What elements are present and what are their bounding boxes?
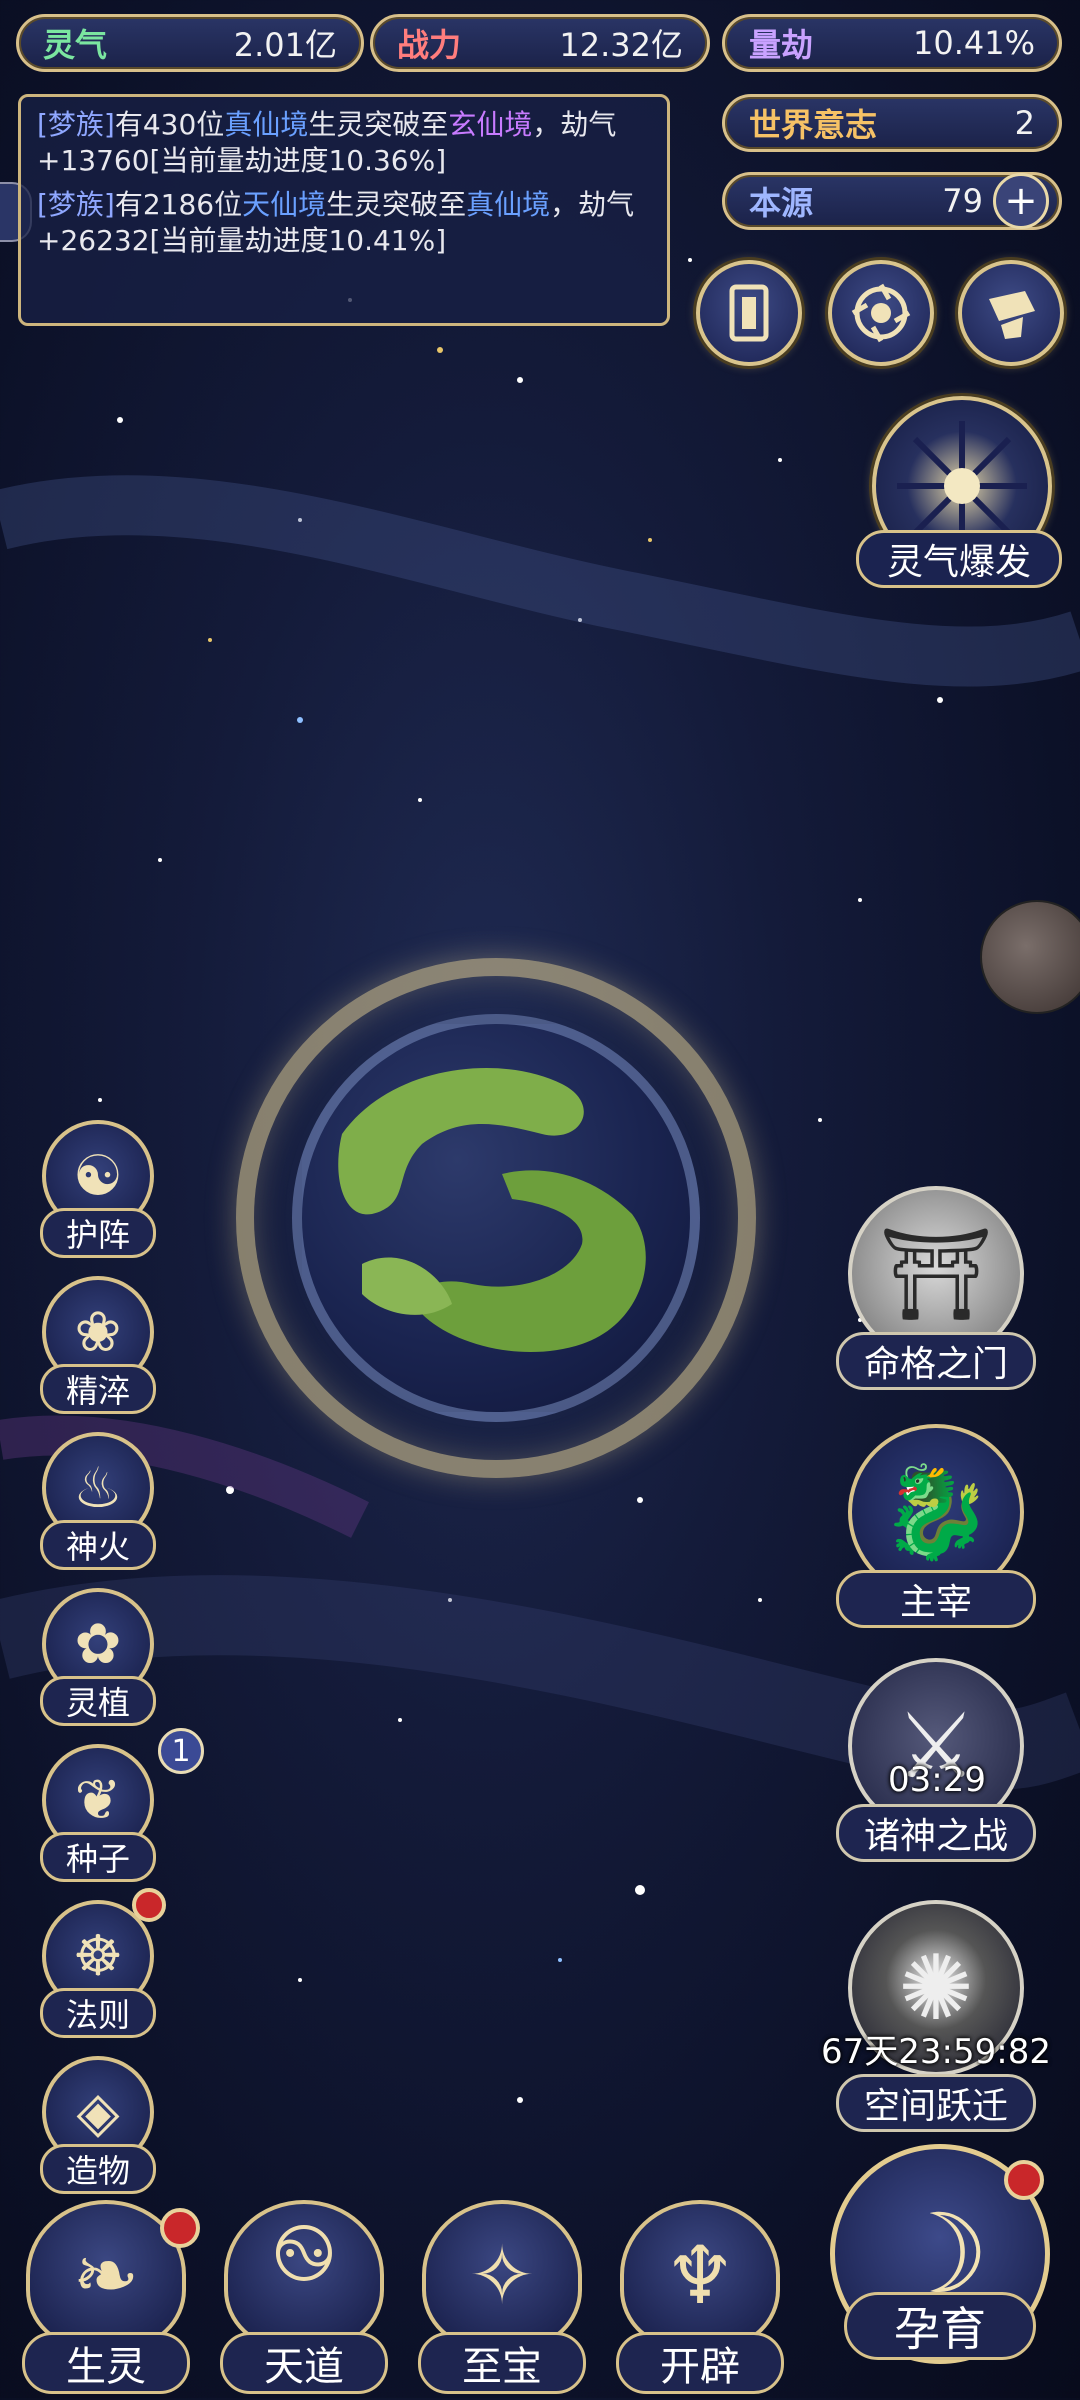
cloud-swirl-icon: ࿊ bbox=[224, 2200, 384, 2350]
lingqi-resource[interactable]: 灵气 2.01亿 bbox=[16, 14, 364, 72]
gods-war-label: 诸神之战 bbox=[836, 1804, 1036, 1862]
liangjie-value: 10.41% bbox=[912, 24, 1035, 62]
notification-dot bbox=[132, 1888, 166, 1922]
breed-label: 孕育 bbox=[844, 2292, 1036, 2360]
world-will-label: 世界意志 bbox=[749, 106, 878, 144]
vortex-icon bbox=[851, 283, 911, 343]
zhanli-value: 12.32亿 bbox=[559, 26, 683, 64]
liangjie-resource[interactable]: 量劫 10.41% bbox=[722, 14, 1062, 72]
benyuan-label: 本源 bbox=[749, 184, 814, 222]
treasure-label: 至宝 bbox=[418, 2332, 586, 2394]
world-will-value: 2 bbox=[1014, 104, 1035, 142]
left-menu-label: 护阵 bbox=[40, 1208, 156, 1258]
gods-war-timer: 03:29 bbox=[888, 1760, 986, 1800]
world-planet[interactable] bbox=[292, 1014, 700, 1422]
left-menu-label: 神火 bbox=[40, 1520, 156, 1570]
card-button[interactable] bbox=[696, 260, 802, 366]
vortex-button[interactable] bbox=[828, 260, 934, 366]
continent-shape bbox=[338, 1068, 646, 1353]
heaven-label: 天道 bbox=[220, 2332, 388, 2394]
creatures-label: 生灵 bbox=[22, 2332, 190, 2394]
open-world-button[interactable]: ♆ 开辟 bbox=[610, 2200, 790, 2400]
left-menu-spirit-plant[interactable]: ✿ 灵植 bbox=[32, 1588, 162, 1728]
log-entry: [梦族]有2186位天仙境生灵突破至真仙境，劫气+26232[当前量劫进度10.… bbox=[37, 188, 635, 257]
open-label: 开辟 bbox=[616, 2332, 784, 2394]
zhanli-resource[interactable]: 战力 12.32亿 bbox=[370, 14, 710, 72]
notification-dot bbox=[160, 2208, 200, 2248]
notification-dot bbox=[1004, 2160, 1044, 2200]
lingqi-value: 2.01亿 bbox=[233, 26, 337, 64]
creatures-button[interactable]: ❧ 生灵 bbox=[16, 2200, 200, 2400]
benyuan-value: 79 bbox=[942, 182, 983, 220]
left-menu-label: 法则 bbox=[40, 1988, 156, 2038]
left-menu-creation[interactable]: ◈ 造物 bbox=[32, 2056, 162, 2196]
lingqi-label: 灵气 bbox=[43, 26, 108, 64]
left-menu-protect-array[interactable]: ☯ 护阵 bbox=[32, 1120, 162, 1260]
left-menu-label: 精淬 bbox=[40, 1364, 156, 1414]
left-menu-seed[interactable]: ❦ 种子 1 bbox=[32, 1728, 204, 1884]
fate-gate-label: 命格之门 bbox=[836, 1332, 1036, 1390]
add-benyuan-button[interactable]: + bbox=[993, 173, 1049, 229]
left-menu-refine[interactable]: ❀ 精淬 bbox=[32, 1276, 162, 1416]
master-button[interactable]: 🐉 主宰 bbox=[836, 1424, 1036, 1634]
benyuan-resource[interactable]: 本源 79 + bbox=[722, 172, 1062, 230]
space-jump-timer: 67天23:59:82 bbox=[821, 2032, 1051, 2072]
left-menu-label: 种子 bbox=[40, 1832, 156, 1882]
gods-war-button[interactable]: ⚔ 03:29 诸神之战 bbox=[836, 1658, 1036, 1868]
left-menu-divine-fire[interactable]: ♨ 神火 bbox=[32, 1432, 162, 1572]
flame-crest-icon: ♆ bbox=[620, 2200, 780, 2350]
space-jump-button[interactable]: ✺ 67天23:59:82 空间跃迁 bbox=[821, 1900, 1051, 2132]
card-icon bbox=[729, 284, 769, 342]
treasure-button[interactable]: ✧ 至宝 bbox=[412, 2200, 592, 2400]
scroll-icon bbox=[989, 291, 1035, 339]
heaven-button[interactable]: ࿊ 天道 bbox=[214, 2200, 394, 2400]
left-menu-label: 造物 bbox=[40, 2144, 156, 2194]
asteroid-object[interactable] bbox=[980, 900, 1080, 1014]
master-label: 主宰 bbox=[836, 1570, 1036, 1628]
space-jump-label: 空间跃迁 bbox=[836, 2074, 1036, 2132]
scroll-button[interactable] bbox=[958, 260, 1064, 366]
left-menu-law[interactable]: ☸ 法则 bbox=[32, 1888, 166, 2040]
treasure-icon: ✧ bbox=[422, 2200, 582, 2350]
seed-count-badge: 1 bbox=[158, 1728, 204, 1774]
left-menu-label: 灵植 bbox=[40, 1676, 156, 1726]
log-entry: [梦族]有430位真仙境生灵突破至玄仙境，劫气+13760[当前量劫进度10.3… bbox=[37, 108, 617, 177]
event-log-panel: [梦族]有430位真仙境生灵突破至玄仙境，劫气+13760[当前量劫进度10.3… bbox=[18, 94, 670, 326]
world-will-resource[interactable]: 世界意志 2 bbox=[722, 94, 1062, 152]
breed-button[interactable]: ☽ 孕育 bbox=[820, 2144, 1060, 2398]
fate-gate-button[interactable]: ⛩ 命格之门 bbox=[836, 1186, 1036, 1396]
zhanli-label: 战力 bbox=[397, 26, 462, 64]
spirit-burst-label: 灵气爆发 bbox=[856, 530, 1062, 588]
liangjie-label: 量劫 bbox=[749, 26, 814, 64]
